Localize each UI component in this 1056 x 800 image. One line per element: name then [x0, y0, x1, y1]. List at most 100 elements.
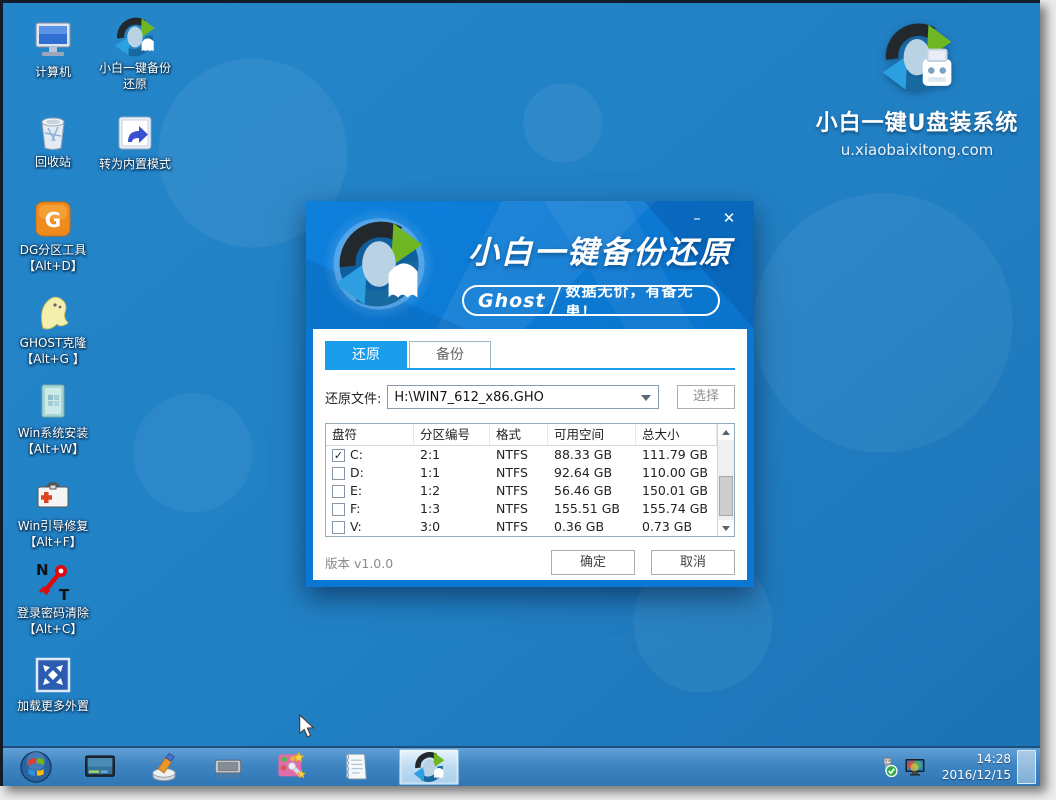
system-tray: 14:28 2016/12/15	[877, 750, 1040, 784]
partition-id: 3:0	[414, 518, 490, 536]
taskbar-item-diskclean[interactable]	[143, 749, 185, 785]
restore-file-combobox[interactable]: H:\WIN7_612_x86.GHO	[387, 385, 659, 409]
mouse-cursor	[296, 714, 318, 740]
backup-restore-icon	[412, 750, 446, 784]
ok-button[interactable]: 确定	[551, 550, 635, 575]
drive-letter: F:	[350, 500, 360, 518]
partition-table: 盘符 分区编号 格式 可用空间 总大小	[325, 423, 735, 537]
table-header-cell: 可用空间	[548, 424, 636, 445]
format: NTFS	[490, 464, 548, 482]
taskbar-clock[interactable]: 14:28 2016/12/15	[939, 751, 1011, 783]
total-size: 111.79 GB	[636, 446, 717, 464]
start-button[interactable]	[15, 749, 57, 785]
svg-text:T: T	[59, 586, 70, 604]
show-desktop-button[interactable]	[1017, 750, 1036, 784]
format: NTFS	[490, 482, 548, 500]
brand-usb-icon	[875, 19, 959, 103]
desktop-icon[interactable]: 小白一键备份 还原	[87, 15, 183, 92]
paint-icon	[275, 750, 309, 784]
tab[interactable]: 还原	[325, 341, 407, 368]
partition-id: 1:3	[414, 500, 490, 518]
ghost-brand-label: Ghost	[464, 290, 554, 312]
svg-text:N: N	[36, 561, 49, 579]
dialog-footer: 版本 v1.0.0 确定 取消	[325, 550, 735, 575]
drive-checkbox[interactable]	[332, 449, 345, 462]
desktop-icon[interactable]: G DG分区工具 【Alt+D】	[5, 197, 101, 274]
usb-tray-icon[interactable]	[877, 756, 899, 778]
table-header-cell: 盘符	[326, 424, 414, 445]
table-row[interactable]: E: 1:2 NTFS 56.46 GB 150.01 GB	[326, 482, 717, 500]
restore-file-label: 还原文件:	[325, 388, 381, 407]
notepad-icon	[339, 750, 373, 784]
brand-title: 小白一键U盘装系统	[801, 105, 1033, 137]
table-scrollbar[interactable]	[717, 424, 734, 536]
desktop-icon-label: 登录密码清除 【Alt+C】	[5, 606, 101, 637]
brand-logo: 小白一键U盘装系统 u.xiaobaixitong.com	[801, 19, 1033, 159]
desktop-preview-icon	[83, 750, 117, 784]
desktop-icon-label: 转为内置模式	[87, 157, 183, 173]
choose-file-button[interactable]: 选择	[677, 385, 735, 409]
chevron-down-icon	[641, 395, 651, 401]
dialog-body: 还原 备份 还原文件: H:\WIN7_612_x86.GHO 选择	[313, 329, 747, 580]
ghost-slogan: 数据无价，有备无患！	[565, 285, 718, 316]
drive-letter: C:	[350, 446, 363, 464]
drive-letter: D:	[350, 464, 364, 482]
win-boot-repair-icon	[31, 473, 75, 517]
scroll-down-icon[interactable]	[718, 520, 734, 536]
minimize-button[interactable]: –	[684, 207, 710, 229]
load-more-icon	[31, 653, 75, 697]
backup-restore-window: 小白一键备份还原 Ghost 数据无价，有备无患！ – ✕ 还原	[306, 201, 754, 587]
desktop-icon-label: Win引导修复 【Alt+F】	[5, 519, 101, 550]
clock-time: 14:28	[939, 751, 1011, 767]
drive-checkbox[interactable]	[332, 467, 345, 480]
desktop-icon-label: 加载更多外置	[5, 699, 101, 715]
svg-text:G: G	[45, 208, 61, 232]
free-space: 88.33 GB	[548, 446, 636, 464]
tab-bar: 还原 备份	[325, 341, 735, 370]
table-row[interactable]: V: 3:0 NTFS 0.36 GB 0.73 GB	[326, 518, 717, 536]
desktop-icon[interactable]: Win引导修复 【Alt+F】	[5, 473, 101, 550]
win-install-icon	[31, 380, 75, 424]
password-clear-icon: NT	[31, 560, 75, 604]
desktop-icon[interactable]: GHOST克隆 【Alt+G 】	[5, 290, 101, 367]
desktop-icon[interactable]: NT 登录密码清除 【Alt+C】	[5, 560, 101, 637]
table-header-cell: 总大小	[636, 424, 717, 445]
taskbar-item-capture[interactable]	[271, 749, 313, 785]
recycle-bin-icon	[31, 109, 75, 153]
table-body: C: 2:1 NTFS 88.33 GB 111.79 GB	[326, 446, 717, 536]
drive-checkbox[interactable]	[332, 521, 345, 534]
table-row[interactable]: F: 1:3 NTFS 155.51 GB 155.74 GB	[326, 500, 717, 518]
desktop-icon-label: GHOST克隆 【Alt+G 】	[5, 336, 101, 367]
table-row[interactable]: D: 1:1 NTFS 92.64 GB 110.00 GB	[326, 464, 717, 482]
tab[interactable]: 备份	[409, 341, 491, 368]
table-row[interactable]: C: 2:1 NTFS 88.33 GB 111.79 GB	[326, 446, 717, 464]
partition-id: 1:1	[414, 464, 490, 482]
brand-url: u.xiaobaixitong.com	[801, 141, 1033, 159]
clock-date: 2016/12/15	[939, 767, 1011, 783]
drive-checkbox[interactable]	[332, 485, 345, 498]
taskbar-item-memory[interactable]	[207, 749, 249, 785]
free-space: 155.51 GB	[548, 500, 636, 518]
restore-file-value: H:\WIN7_612_x86.GHO	[394, 390, 543, 405]
taskbar-buttons	[15, 749, 459, 785]
free-space: 92.64 GB	[548, 464, 636, 482]
desktop-icon[interactable]: 转为内置模式	[87, 111, 183, 173]
desktop-icon[interactable]: 加载更多外置	[5, 653, 101, 715]
desktop-icon[interactable]: Win系统安装 【Alt+W】	[5, 380, 101, 457]
table-header-cell: 格式	[490, 424, 548, 445]
computer-icon	[31, 19, 75, 63]
ghost-clone-icon	[31, 290, 75, 334]
drive-checkbox[interactable]	[332, 503, 345, 516]
cancel-button[interactable]: 取消	[651, 550, 735, 575]
display-tray-icon[interactable]	[904, 756, 926, 778]
taskbar-item-desktop[interactable]	[79, 749, 121, 785]
taskbar-item-notepad[interactable]	[335, 749, 377, 785]
close-button[interactable]: ✕	[716, 207, 742, 229]
scroll-up-icon[interactable]	[718, 424, 734, 440]
total-size: 150.01 GB	[636, 482, 717, 500]
scrollbar-thumb[interactable]	[719, 476, 733, 516]
format: NTFS	[490, 500, 548, 518]
taskbar-item-backup-app[interactable]	[399, 749, 459, 785]
drive-letter: E:	[350, 482, 362, 500]
window-title: 小白一键备份还原	[456, 227, 744, 272]
